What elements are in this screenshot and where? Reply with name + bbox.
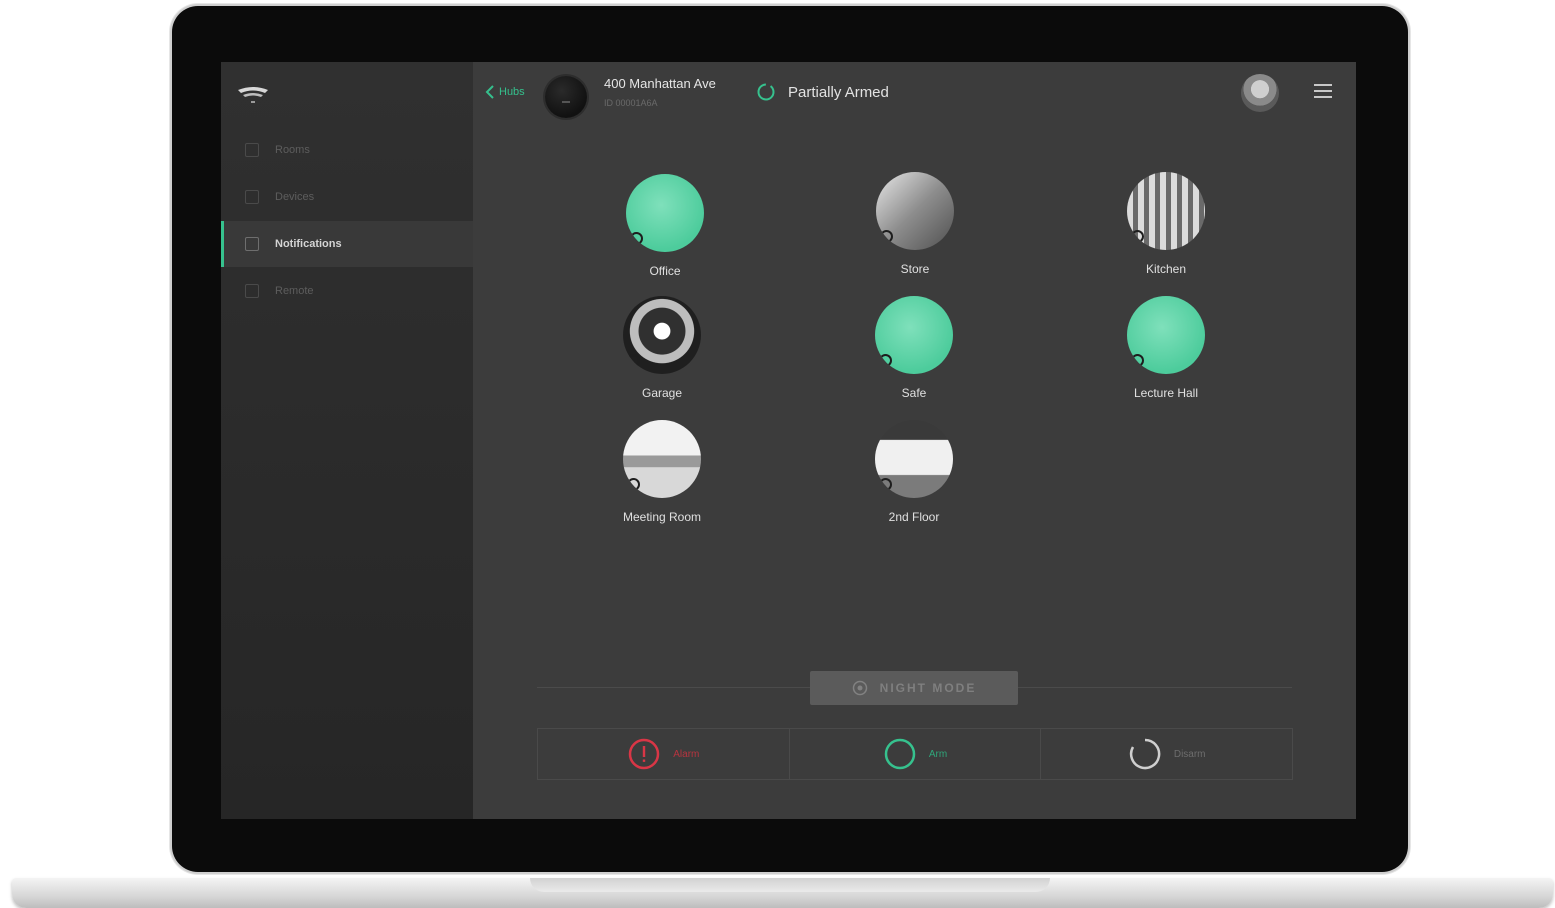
room-card-2nd-floor[interactable]: 2nd Floor <box>839 420 989 524</box>
room-label: Meeting Room <box>622 510 702 524</box>
back-link-label: Hubs <box>499 86 525 98</box>
room-label: Garage <box>641 386 683 400</box>
room-card-lecture-hall[interactable]: Lecture Hall <box>1091 296 1241 400</box>
alarm-icon <box>629 738 660 770</box>
room-card-kitchen[interactable]: Kitchen <box>1091 172 1241 276</box>
alarm-label: Alarm <box>673 748 700 760</box>
room-image <box>875 420 953 498</box>
hub-id: ID 00001A6A <box>604 98 658 108</box>
night-mode-button[interactable]: NIGHT MODE <box>810 671 1018 705</box>
sidebar-item-devices[interactable]: Devices <box>221 174 473 220</box>
sidebar-item-rooms[interactable]: Rooms <box>221 127 473 173</box>
app-screen: Rooms Devices Notifications Remote Hubs … <box>221 62 1356 819</box>
room-image <box>623 296 701 374</box>
arm-icon <box>884 738 916 770</box>
sidebar-item-label: Notifications <box>275 238 342 250</box>
arm-label: Arm <box>928 748 948 760</box>
hub-name: 400 Manhattan Ave <box>604 76 716 91</box>
room-image <box>875 296 953 374</box>
room-image <box>1127 296 1205 374</box>
notifications-icon <box>245 237 259 251</box>
room-image <box>1127 172 1205 250</box>
avatar[interactable] <box>1241 74 1279 112</box>
devices-icon <box>245 190 259 204</box>
remote-icon <box>245 284 259 298</box>
room-label: Safe <box>901 386 927 400</box>
menu-icon[interactable] <box>1314 84 1332 100</box>
room-card-safe[interactable]: Safe <box>839 296 989 400</box>
rooms-icon <box>245 143 259 157</box>
disarm-label: Disarm <box>1173 748 1206 760</box>
room-image <box>623 420 701 498</box>
security-control-bar: Alarm Arm Disarm <box>537 728 1293 780</box>
sidebar-item-label: Rooms <box>275 144 310 156</box>
status-text: Partially Armed <box>788 83 889 101</box>
room-image <box>626 174 704 252</box>
laptop-notch <box>530 878 1050 892</box>
disarm-button[interactable]: Disarm <box>1041 729 1292 779</box>
arm-status-icon <box>879 478 892 491</box>
ajax-logo-icon <box>238 87 268 103</box>
sidebar-item-label: Remote <box>275 285 314 297</box>
room-card-meeting-room[interactable]: Meeting Room <box>587 420 737 524</box>
room-label: Kitchen <box>1145 262 1187 276</box>
partially-armed-icon <box>757 83 775 101</box>
sidebar-item-label: Devices <box>275 191 315 203</box>
arm-status-icon <box>627 478 640 491</box>
back-to-hubs-link[interactable]: Hubs <box>483 84 525 100</box>
room-card-garage[interactable]: Garage <box>587 296 737 400</box>
night-mode-icon <box>852 680 867 696</box>
room-label: Lecture Hall <box>1133 386 1199 400</box>
arm-status-icon <box>1131 354 1144 367</box>
chevron-left-icon <box>485 85 494 99</box>
sidebar: Rooms Devices Notifications Remote <box>221 62 473 819</box>
room-label: Store <box>900 262 930 276</box>
security-status: Partially Armed <box>756 82 889 102</box>
alarm-button[interactable]: Alarm <box>538 729 790 779</box>
hub-device-image <box>545 76 587 118</box>
room-card-store[interactable]: Store <box>840 172 990 276</box>
room-label: Office <box>649 264 681 278</box>
room-label: 2nd Floor <box>888 510 940 524</box>
room-image <box>876 172 954 250</box>
arm-status-icon <box>630 232 643 245</box>
arm-status-icon <box>880 230 893 243</box>
disarm-icon <box>1129 738 1161 770</box>
night-mode-label: NIGHT MODE <box>879 681 977 695</box>
arm-status-icon <box>879 354 892 367</box>
room-card-office[interactable]: Office <box>590 174 740 278</box>
arm-status-icon <box>1131 230 1144 243</box>
sidebar-item-remote[interactable]: Remote <box>221 268 473 314</box>
sidebar-item-notifications[interactable]: Notifications <box>221 221 473 267</box>
arm-status-icon <box>627 354 640 367</box>
arm-button[interactable]: Arm <box>790 729 1042 779</box>
